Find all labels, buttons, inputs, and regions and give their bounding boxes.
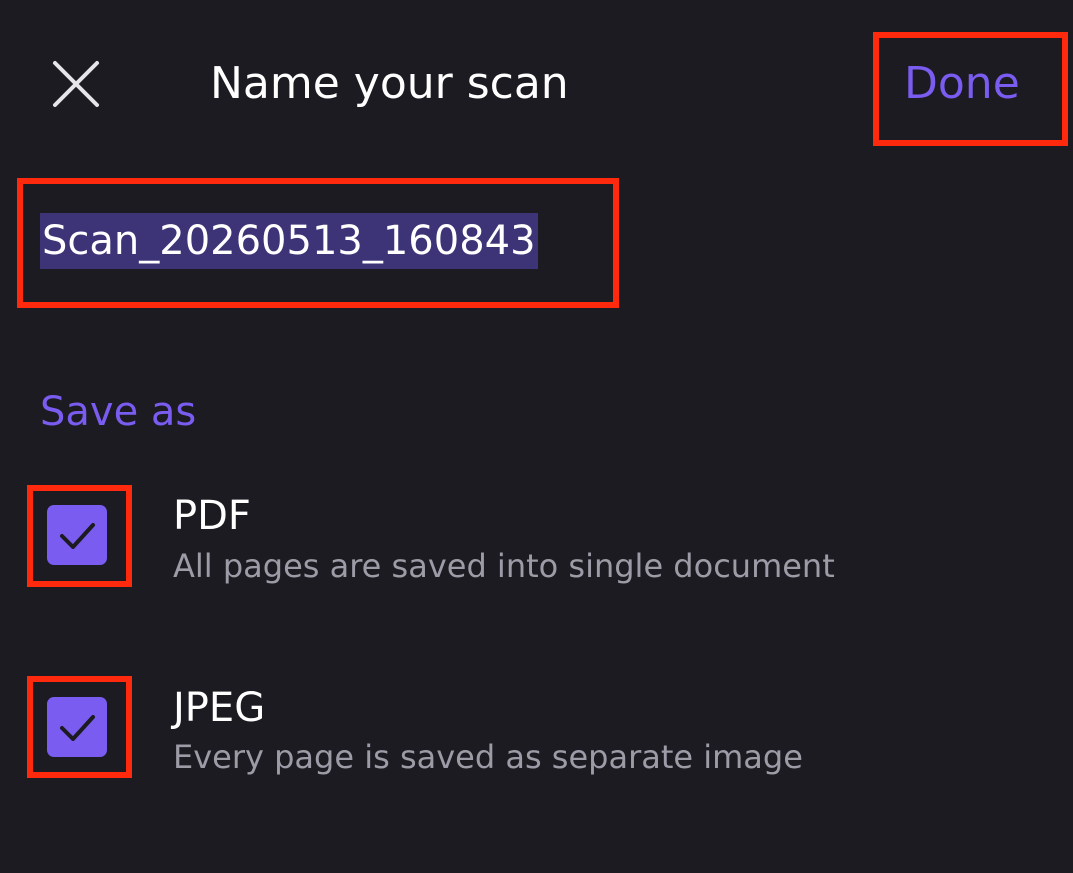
filename-field[interactable]: Scan_20260513_160843	[40, 213, 538, 269]
close-icon	[53, 61, 99, 107]
pdf-checkbox[interactable]	[47, 505, 107, 565]
checkmark-icon	[60, 523, 95, 549]
page-title: Name your scan	[210, 58, 569, 109]
save-as-label: Save as	[40, 389, 197, 435]
pdf-option-title: PDF	[173, 493, 251, 539]
jpeg-option-title: JPEG	[173, 685, 266, 731]
jpeg-checkbox[interactable]	[47, 697, 107, 757]
close-button[interactable]	[48, 56, 104, 112]
jpeg-option-description: Every page is saved as separate image	[173, 738, 803, 776]
done-button[interactable]: Done	[904, 56, 1020, 112]
pdf-option-description: All pages are saved into single document	[173, 547, 835, 585]
checkmark-icon	[60, 715, 95, 741]
